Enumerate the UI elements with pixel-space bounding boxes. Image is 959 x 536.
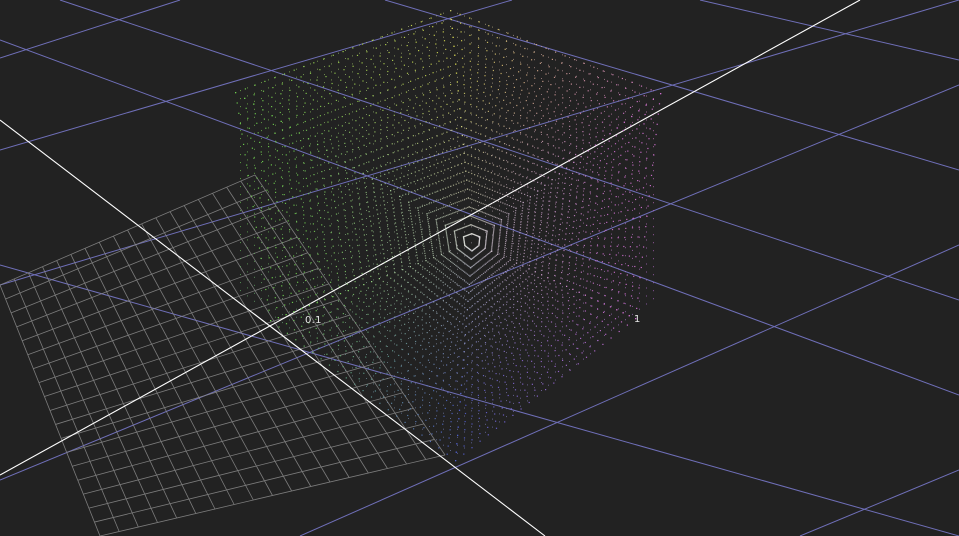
axis-tick-label-0-1: 0.1 <box>305 315 322 326</box>
3d-viewport[interactable] <box>0 0 959 536</box>
axis-tick-label-1: 1 <box>634 314 641 325</box>
